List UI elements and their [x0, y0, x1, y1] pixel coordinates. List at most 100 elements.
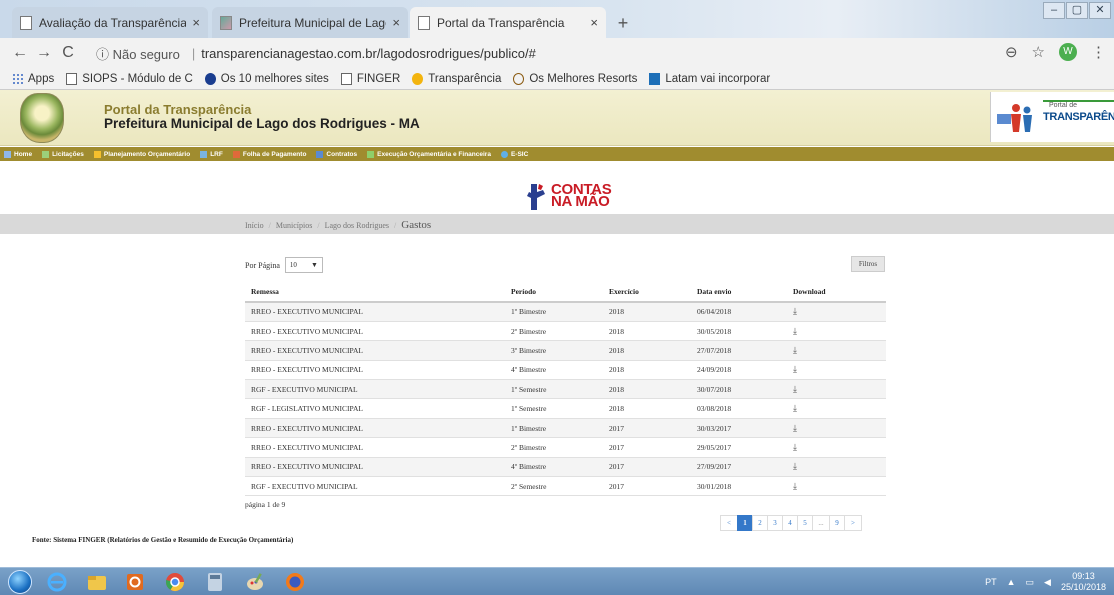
download-icon[interactable]: ⤓ — [793, 481, 797, 491]
security-indicator[interactable]: ⓘ Não seguro — [96, 44, 180, 63]
home-icon — [4, 150, 11, 158]
window-close-button[interactable]: ✕ — [1089, 2, 1111, 19]
download-icon[interactable]: ⤓ — [793, 306, 797, 316]
browser-tab-prefeitura[interactable]: Prefeitura Municipal de Lago dos × — [212, 7, 408, 38]
planning-icon — [93, 150, 101, 158]
breadcrumb-municipios[interactable]: Municípios — [276, 221, 312, 230]
browser-tab-avaliacao[interactable]: Avaliação da Transparência dos I × — [12, 7, 208, 38]
column-header-data-envio[interactable]: Data envio — [691, 282, 787, 303]
bookmark-finger[interactable]: FINGER — [340, 72, 400, 85]
star-icon[interactable]: ☆ — [1032, 43, 1045, 61]
bookmark-transparencia[interactable]: Transparência — [412, 72, 501, 85]
cell-data-envio: 24/09/2018 — [691, 360, 787, 381]
pagination-prev[interactable]: < — [720, 515, 738, 531]
forward-icon[interactable]: → — [32, 44, 56, 62]
zoom-icon[interactable]: ⊖ — [1005, 43, 1018, 61]
taskbar-clock[interactable]: 09:13 25/10/2018 — [1061, 571, 1106, 593]
paint-icon[interactable] — [244, 571, 266, 593]
per-page-select[interactable]: 10 ▼ — [284, 257, 323, 273]
bookmark-siops[interactable]: SIOPS - Módulo de C — [66, 72, 193, 85]
cell-periodo: 1º Bimestre — [505, 418, 603, 439]
municipal-crest-icon — [20, 93, 64, 143]
cell-exercicio: 2017 — [603, 457, 691, 478]
chrome-icon[interactable] — [164, 571, 186, 593]
url-field[interactable]: ⓘ Não seguro | transparencianagestao.com… — [96, 42, 536, 64]
menu-item-label: Folha de Pagamento — [242, 150, 307, 158]
reload-icon[interactable]: C — [56, 44, 80, 62]
menu-item-contratos[interactable]: Contratos — [316, 150, 357, 158]
profile-avatar[interactable]: W — [1059, 43, 1077, 61]
portal-subtitle: Prefeitura Municipal de Lago dos Rodrigu… — [104, 116, 420, 131]
table-row: RREO - EXECUTIVO MUNICIPAL 1º Bimestre 201… — [245, 418, 886, 439]
pagination-next[interactable]: > — [844, 515, 862, 531]
browser-tab-portal[interactable]: Portal da Transparência × — [410, 7, 606, 38]
menu-item-folha[interactable]: Folha de Pagamento — [232, 150, 307, 158]
photo-icon — [220, 15, 232, 30]
bookmark-latam[interactable]: Latam vai incorporar — [649, 72, 770, 85]
column-header-periodo[interactable]: Período — [505, 282, 603, 303]
pagination-page-3[interactable]: 3 — [767, 515, 783, 531]
download-icon[interactable]: ⤓ — [793, 326, 797, 336]
download-icon[interactable]: ⤓ — [793, 442, 797, 452]
download-icon[interactable]: ⤓ — [793, 384, 797, 394]
cell-remessa: RREO - EXECUTIVO MUNICIPAL — [245, 302, 505, 322]
column-header-exercicio[interactable]: Exercício — [603, 282, 691, 303]
ie-icon[interactable] — [46, 571, 68, 593]
cell-remessa: RREO - EXECUTIVO MUNICIPAL — [245, 340, 505, 361]
clock-date: 25/10/2018 — [1060, 582, 1106, 592]
column-header-remessa[interactable]: Remessa — [245, 282, 505, 303]
bookmark-resorts[interactable]: Os Melhores Resorts — [513, 72, 637, 85]
download-icon[interactable]: ⤓ — [793, 461, 797, 471]
firefox-icon[interactable] — [284, 571, 306, 593]
network-icon[interactable]: ▭ — [1026, 577, 1035, 588]
breadcrumb-inicio[interactable]: Início — [245, 221, 264, 230]
menu-item-planejamento[interactable]: Planejamento Orçamentário — [93, 150, 190, 158]
bookmark-label: Apps — [28, 72, 55, 85]
menu-item-home[interactable]: Home — [4, 150, 32, 158]
bookmark-apps[interactable]: Apps — [12, 72, 55, 85]
volume-icon[interactable]: ◀ — [1044, 577, 1051, 588]
calculator-icon[interactable] — [204, 571, 226, 593]
table-row: RREO - EXECUTIVO MUNICIPAL 4º Bimestre 201… — [245, 457, 886, 478]
toolbar-icons: ⊖ ☆ W ⋮ — [1005, 43, 1106, 61]
menu-item-lrf[interactable]: LRF — [200, 150, 223, 158]
menu-item-execucao[interactable]: Execução Orçamentária e Financeira — [367, 150, 491, 158]
pagination-page-9[interactable]: 9 — [829, 515, 845, 531]
menu-item-esic[interactable]: E-SIC — [500, 150, 528, 158]
back-icon[interactable]: ← — [8, 44, 32, 62]
news-icon — [649, 72, 661, 85]
portal-transparencia-logo[interactable]: Portal de TRANSPARÊNCI — [990, 92, 1114, 142]
cell-remessa: RGF - EXECUTIVO MUNICIPAL — [245, 476, 505, 497]
explorer-icon[interactable] — [86, 571, 108, 593]
pagination-page-2[interactable]: 2 — [752, 515, 768, 531]
outlook-icon[interactable] — [124, 571, 146, 593]
new-tab-button[interactable]: + — [611, 14, 635, 34]
download-icon[interactable]: ⤓ — [793, 423, 797, 433]
logo-big-text: TRANSPARÊNCI — [1043, 111, 1114, 123]
download-icon[interactable]: ⤓ — [793, 403, 797, 413]
menu-item-label: Execução Orçamentária e Financeira — [377, 150, 491, 158]
filter-button[interactable]: Filtros — [851, 256, 885, 272]
close-icon[interactable]: × — [392, 15, 400, 30]
cell-data-envio: 30/01/2018 — [691, 476, 787, 497]
menu-dots-icon[interactable]: ⋮ — [1091, 43, 1106, 61]
pagination-page-4[interactable]: 4 — [782, 515, 798, 531]
download-icon[interactable]: ⤓ — [793, 345, 797, 355]
language-indicator[interactable]: PT — [985, 577, 997, 587]
start-button[interactable] — [8, 570, 32, 594]
pagination-page-5[interactable]: 5 — [797, 515, 813, 531]
minimize-button[interactable]: – — [1043, 2, 1065, 19]
breadcrumb-lago[interactable]: Lago dos Rodrigues — [325, 221, 389, 230]
restore-button[interactable]: ▢ — [1066, 2, 1088, 19]
close-icon[interactable]: × — [192, 15, 200, 30]
pagination-page-1[interactable]: 1 — [737, 515, 753, 531]
download-icon[interactable]: ⤓ — [793, 364, 797, 374]
menu-item-licitacoes[interactable]: Licitações — [42, 150, 84, 158]
tab-title: Portal da Transparência — [437, 15, 565, 30]
cell-periodo: 4º Bimestre — [505, 360, 603, 381]
tray-arrow-icon[interactable]: ▲ — [1007, 577, 1016, 587]
close-icon[interactable]: × — [590, 15, 598, 30]
table-header-row: Remessa Período Exercício Data envio Dow… — [245, 282, 886, 303]
bookmark-melhores-sites[interactable]: Os 10 melhores sites — [204, 72, 329, 85]
tab-title: Prefeitura Municipal de Lago dos — [239, 15, 386, 30]
